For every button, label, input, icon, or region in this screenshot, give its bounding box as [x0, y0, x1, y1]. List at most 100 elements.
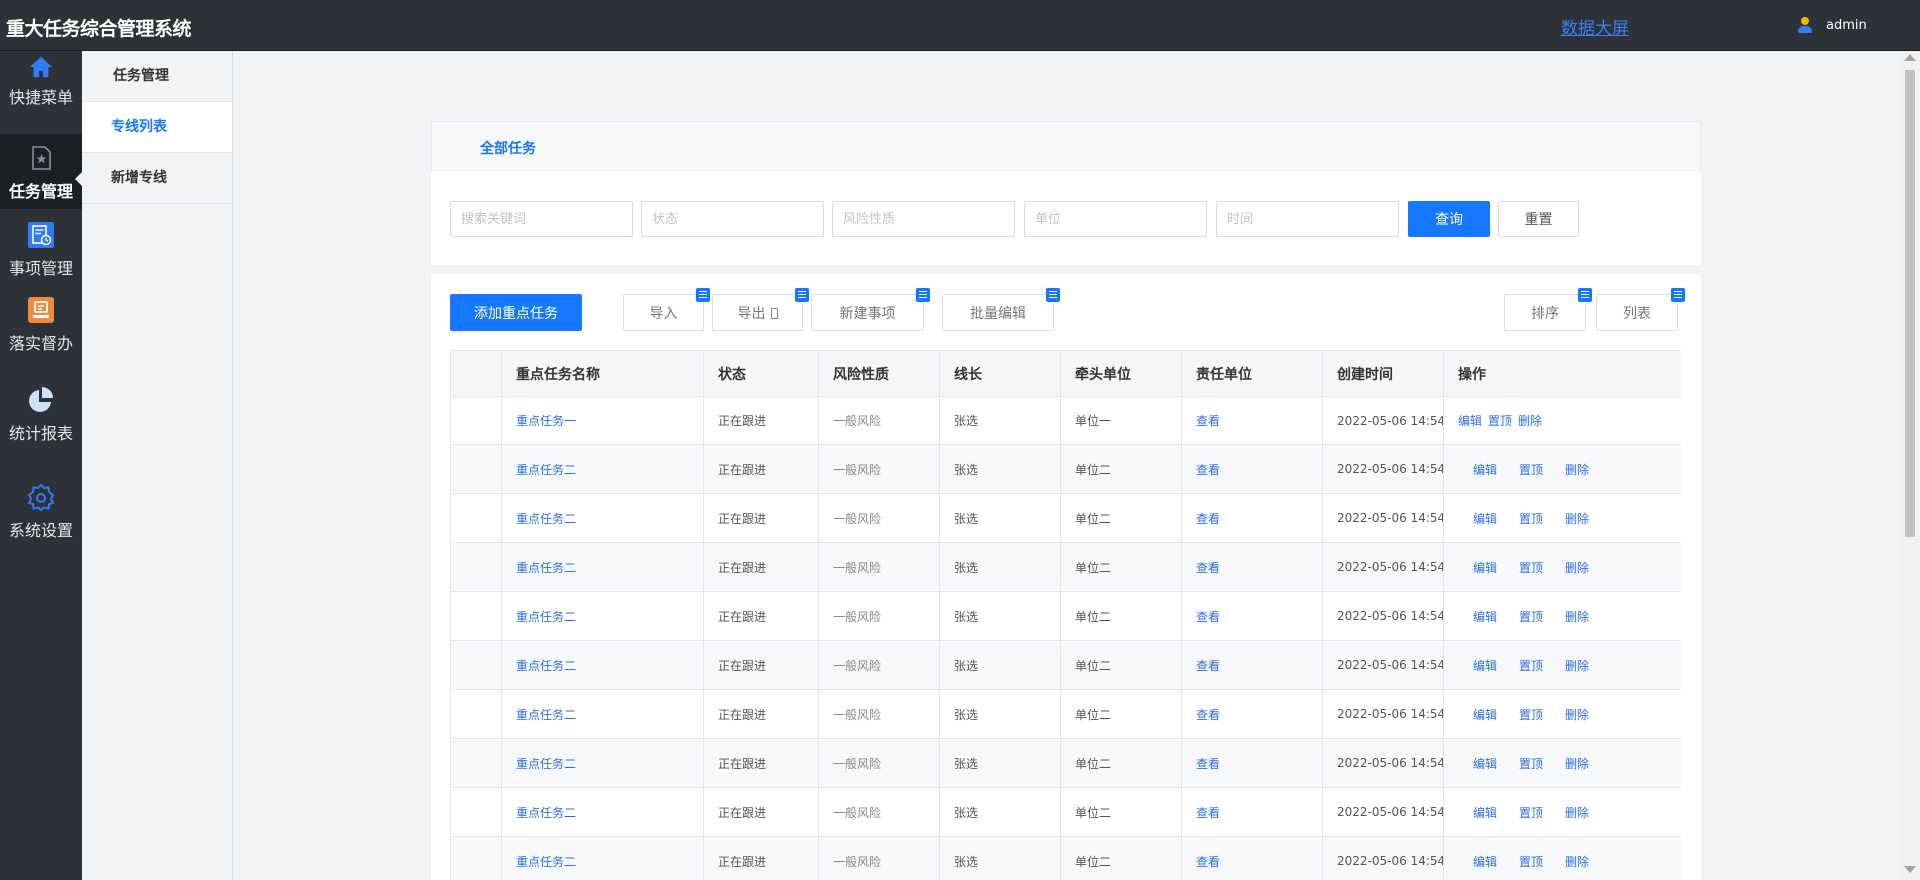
view-responsible-unit-link[interactable]: 查看 — [1181, 640, 1323, 690]
task-name-link[interactable]: 重点任务二 — [501, 836, 704, 880]
delete-action[interactable]: 删除 — [1565, 608, 1589, 625]
row-select-cell[interactable] — [450, 787, 502, 837]
task-name-link[interactable]: 重点任务二 — [501, 787, 704, 837]
task-name-link[interactable]: 重点任务二 — [501, 542, 704, 592]
view-responsible-unit-link[interactable]: 查看 — [1181, 542, 1323, 592]
view-responsible-unit-link[interactable]: 查看 — [1181, 738, 1323, 788]
nav-item-settings[interactable]: 系统设置 — [0, 483, 82, 553]
edit-action[interactable]: 编辑 — [1473, 608, 1497, 625]
query-button[interactable]: 查询 — [1408, 201, 1490, 237]
batch-edit-button[interactable]: 批量编辑 — [942, 294, 1054, 331]
delete-action[interactable]: 删除 — [1565, 853, 1589, 870]
delete-action[interactable]: 删除 — [1565, 804, 1589, 821]
pin-action[interactable]: 置顶 — [1519, 706, 1543, 723]
lead-unit-cell: 单位二 — [1060, 542, 1182, 592]
keyword-search-input[interactable] — [450, 201, 633, 237]
add-key-task-button[interactable]: 添加重点任务 — [450, 294, 582, 331]
time-filter[interactable] — [1216, 201, 1399, 237]
task-table-wrapper: 重点任务名称 状态 风险性质 线长 牵头单位 责任单位 创建时间 操作 重点任务… — [450, 350, 1681, 880]
nav-label: 任务管理 — [8, 182, 73, 201]
status-cell: 正在跟进 — [703, 396, 819, 445]
edit-action[interactable]: 编辑 — [1473, 755, 1497, 772]
scrollbar-thumb[interactable] — [1905, 70, 1915, 537]
edit-action[interactable]: 编辑 — [1458, 412, 1482, 429]
delete-action[interactable]: 删除 — [1565, 755, 1589, 772]
nav-item-supervise[interactable]: 落实督办 — [0, 296, 82, 366]
edit-action[interactable]: 编辑 — [1473, 804, 1497, 821]
task-name-link[interactable]: 重点任务二 — [501, 689, 704, 739]
edit-action[interactable]: 编辑 — [1473, 706, 1497, 723]
pin-action[interactable]: 置顶 — [1488, 412, 1512, 429]
task-name-link[interactable]: 重点任务二 — [501, 738, 704, 788]
nav-item-task-management[interactable]: 任务管理 — [0, 134, 82, 209]
tab-all-tasks[interactable]: 全部任务 — [480, 138, 536, 158]
data-bigscreen-link[interactable]: 数据大屏 — [1561, 14, 1629, 39]
view-responsible-unit-link[interactable]: 查看 — [1181, 444, 1323, 494]
row-select-cell[interactable] — [450, 444, 502, 494]
delete-action[interactable]: 删除 — [1565, 461, 1589, 478]
nav-item-statistics[interactable]: 统计报表 — [0, 386, 82, 456]
submenu-item-line-list[interactable]: 专线列表 — [82, 102, 232, 153]
scroll-up-arrow-icon[interactable] — [1904, 54, 1916, 61]
edit-action[interactable]: 编辑 — [1473, 657, 1497, 674]
row-actions: 编辑 置顶 删除 — [1458, 510, 1681, 527]
row-select-cell[interactable] — [450, 738, 502, 788]
user-name: admin — [1826, 17, 1867, 33]
task-name-link[interactable]: 重点任务二 — [501, 640, 704, 690]
status-filter[interactable] — [641, 201, 824, 237]
import-button[interactable]: 导入 — [623, 294, 704, 331]
user-menu[interactable]: admin — [1796, 14, 1867, 36]
submenu-item-new-line[interactable]: 新增专线 — [82, 153, 232, 204]
row-select-cell[interactable] — [450, 542, 502, 592]
edit-action[interactable]: 编辑 — [1473, 461, 1497, 478]
delete-action[interactable]: 删除 — [1565, 706, 1589, 723]
view-responsible-unit-link[interactable]: 查看 — [1181, 787, 1323, 837]
pin-action[interactable]: 置顶 — [1519, 461, 1543, 478]
supervise-icon — [28, 297, 54, 323]
row-select-cell[interactable] — [450, 689, 502, 739]
edit-action[interactable]: 编辑 — [1473, 559, 1497, 576]
pin-action[interactable]: 置顶 — [1519, 657, 1543, 674]
view-responsible-unit-link[interactable]: 查看 — [1181, 396, 1323, 445]
list-view-button[interactable]: 列表 — [1596, 294, 1678, 331]
sort-button[interactable]: 排序 — [1504, 294, 1586, 331]
edit-action[interactable]: 编辑 — [1473, 510, 1497, 527]
view-responsible-unit-link[interactable]: 查看 — [1181, 493, 1323, 543]
pin-action[interactable]: 置顶 — [1519, 608, 1543, 625]
pin-action[interactable]: 置顶 — [1519, 559, 1543, 576]
row-select-cell[interactable] — [450, 591, 502, 641]
delete-action[interactable]: 删除 — [1565, 559, 1589, 576]
delete-action[interactable]: 删除 — [1565, 657, 1589, 674]
nav-item-item-management[interactable]: 事项管理 — [0, 221, 82, 291]
export-button[interactable]: 导出 — [712, 294, 803, 331]
task-name-link[interactable]: 重点任务二 — [501, 444, 704, 494]
risk-cell: 一般风险 — [818, 542, 940, 592]
row-select-cell[interactable] — [450, 836, 502, 880]
view-responsible-unit-link[interactable]: 查看 — [1181, 689, 1323, 739]
reset-button[interactable]: 重置 — [1498, 201, 1579, 237]
pin-action[interactable]: 置顶 — [1519, 804, 1543, 821]
pin-action[interactable]: 置顶 — [1519, 853, 1543, 870]
new-item-button[interactable]: 新建事项 — [811, 294, 924, 331]
risk-filter[interactable] — [832, 201, 1015, 237]
view-responsible-unit-link[interactable]: 查看 — [1181, 836, 1323, 880]
edit-action[interactable]: 编辑 — [1473, 853, 1497, 870]
scroll-down-arrow-icon[interactable] — [1904, 866, 1916, 873]
pin-action[interactable]: 置顶 — [1519, 755, 1543, 772]
nav-item-quick-menu[interactable]: 快捷菜单 — [0, 54, 82, 111]
row-select-cell[interactable] — [450, 396, 502, 445]
actions-cell: 编辑 置顶 删除 — [1443, 396, 1681, 445]
pin-action[interactable]: 置顶 — [1519, 510, 1543, 527]
delete-action[interactable]: 删除 — [1565, 510, 1589, 527]
row-select-cell[interactable] — [450, 640, 502, 690]
lead-unit-cell: 单位二 — [1060, 444, 1182, 494]
task-name-link[interactable]: 重点任务一 — [501, 396, 704, 445]
export-doc-icon — [795, 288, 809, 302]
home-icon — [29, 56, 53, 78]
view-responsible-unit-link[interactable]: 查看 — [1181, 591, 1323, 641]
task-name-link[interactable]: 重点任务二 — [501, 591, 704, 641]
task-name-link[interactable]: 重点任务二 — [501, 493, 704, 543]
delete-action[interactable]: 删除 — [1518, 412, 1542, 429]
row-select-cell[interactable] — [450, 493, 502, 543]
unit-filter[interactable] — [1024, 201, 1207, 237]
